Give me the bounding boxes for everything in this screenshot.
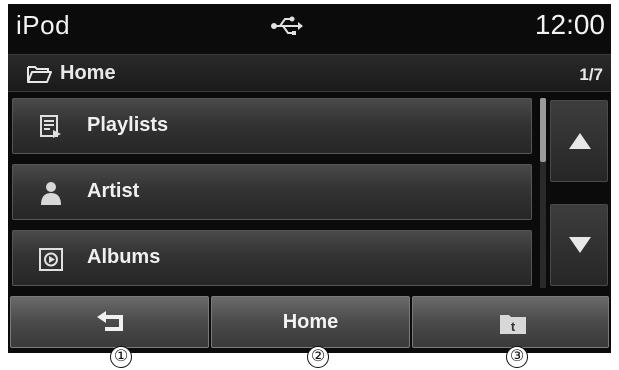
usb-icon	[271, 16, 303, 35]
back-button[interactable]	[10, 296, 209, 348]
menu-list: Playlists Artist Albums	[8, 98, 538, 290]
artist-icon	[41, 182, 61, 205]
list-item-label: Playlists	[87, 114, 169, 136]
clock: 12:00	[534, 9, 605, 40]
playlist-icon	[40, 115, 61, 138]
scroll-down-button[interactable]	[550, 204, 608, 286]
list-item-albums[interactable]: Albums	[12, 230, 532, 286]
list-item-label: Albums	[87, 246, 161, 268]
folder-name: Home	[60, 62, 116, 84]
list-item-playlists[interactable]: Playlists	[12, 98, 532, 154]
folder-up-button[interactable]: t	[412, 296, 609, 348]
folder-icon	[27, 66, 52, 83]
callout-2: ②	[307, 346, 329, 368]
triangle-down-icon	[569, 237, 591, 253]
home-button[interactable]: Home	[211, 296, 410, 348]
folder-up-icon: t	[500, 315, 526, 334]
page-indicator: 1/7	[579, 65, 603, 84]
list-item-artist[interactable]: Artist	[12, 164, 532, 220]
scrollbar-thumb[interactable]	[540, 98, 546, 162]
callout-1: ①	[110, 346, 132, 368]
scrollbar[interactable]	[540, 98, 546, 288]
list-item-label: Artist	[87, 180, 140, 202]
status-bar: iPod 12:00	[8, 4, 611, 52]
folder-bar: Home 1/7	[8, 54, 611, 92]
home-button-label: Home	[282, 311, 339, 333]
ipod-screen: iPod 12:00 Home 1/7 Playlists Artist Alb…	[8, 4, 611, 353]
scroll-up-button[interactable]	[550, 100, 608, 182]
triangle-up-icon	[569, 133, 591, 149]
album-icon	[39, 248, 63, 271]
app-title: iPod	[16, 10, 71, 40]
svg-text:t: t	[511, 319, 516, 334]
callout-3: ③	[506, 346, 528, 368]
back-arrow-icon	[97, 311, 123, 331]
bottom-bar: Home t	[8, 296, 611, 353]
